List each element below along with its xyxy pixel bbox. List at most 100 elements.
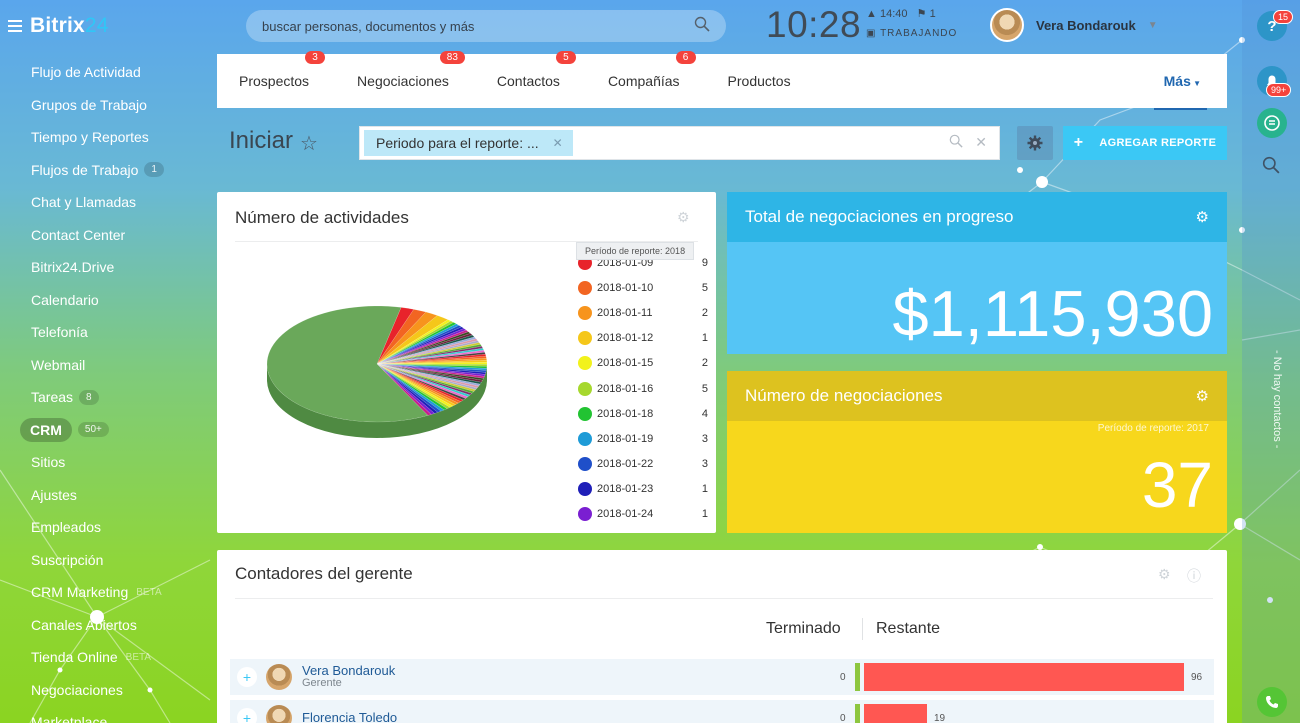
tab-label: Contactos [496, 73, 560, 89]
tab-prospectos[interactable]: Prospectos 3 [239, 51, 326, 89]
add-report-button[interactable]: + AGREGAR REPORTE [1063, 126, 1227, 160]
manager-role: Gerente [302, 677, 342, 690]
manager-counters-title: Contadores del gerente [235, 564, 413, 583]
sidebar-item-label: Empleados [31, 519, 102, 536]
sidebar-item-label: Telefonía [31, 324, 88, 341]
legend-label: 2018-01-23 [597, 483, 654, 496]
manager-name[interactable]: Florencia Toledo [302, 711, 397, 723]
sidebar-item-suscripci-n[interactable]: Suscripción [0, 544, 210, 577]
user-menu[interactable]: Vera Bondarouk ▼ [990, 8, 1158, 42]
sidebar-item-label: Flujo de Actividad [31, 64, 141, 81]
legend-swatch [578, 280, 592, 295]
star-icon[interactable]: ☆ [300, 131, 318, 156]
legend-label: 2018-01-22 [597, 458, 654, 471]
sidebar-item-tiempo-y-reportes[interactable]: Tiempo y Reportes [0, 121, 210, 154]
legend-label: 2018-01-11 [597, 306, 653, 319]
legend-swatch [578, 305, 592, 320]
tab-negociaciones[interactable]: Negociaciones 83 [357, 51, 465, 89]
legend-value: 3 [701, 432, 708, 445]
sidebar-item-calendario[interactable]: Calendario [0, 284, 210, 317]
legend-label: 2018-01-24 [597, 508, 654, 521]
deals-count-header: Número de negociaciones ⚙ [727, 371, 1227, 421]
tab-compa-as[interactable]: Compañías 6 [607, 51, 696, 89]
gear-icon[interactable]: ⚙ [1196, 208, 1209, 226]
done-value: 0 [840, 671, 846, 683]
sidebar-item-ajustes[interactable]: Ajustes [0, 479, 210, 512]
sidebar-item-sitios[interactable]: Sitios [0, 446, 210, 479]
sidebar-item-flujo-de-actividad[interactable]: Flujo de Actividad [0, 56, 210, 89]
sidebar-item-tienda-online[interactable]: Tienda Online BETA [0, 641, 210, 674]
sidebar-item-label: Ajustes [31, 486, 77, 503]
chart-tooltip: Período de reporte: 2018 [576, 242, 695, 260]
beta-tag: BETA [136, 586, 162, 598]
gear-icon[interactable]: ⚙ [1158, 566, 1171, 583]
legend-swatch [578, 381, 592, 396]
flag-count: 1 [929, 8, 936, 20]
sidebar-item-crm[interactable]: CRM 50+ [0, 414, 210, 447]
sidebar-item-label: CRM Marketing [31, 584, 129, 601]
settings-button[interactable] [1017, 126, 1053, 160]
phone-icon [1266, 696, 1278, 708]
count-badge: 8 [79, 389, 99, 405]
global-search[interactable] [246, 10, 726, 42]
tab-label: Productos [727, 73, 791, 89]
rail-search-icon[interactable] [1262, 156, 1280, 179]
sidebar-item-negociaciones[interactable]: Negociaciones [0, 674, 210, 707]
chat-icon [1264, 115, 1280, 131]
clock-time[interactable]: 10:28 [766, 4, 861, 46]
sidebar-item-chat-y-llamadas[interactable]: Chat y Llamadas [0, 186, 210, 219]
gear-icon [1027, 135, 1043, 151]
gear-icon[interactable]: ⚙ [677, 209, 690, 226]
sidebar-item-canales-abiertos[interactable]: Canales Abiertos [0, 609, 210, 642]
deals-count-body: Período de reporte: 2017 37 [727, 421, 1227, 533]
close-icon[interactable]: ✕ [553, 136, 563, 150]
sidebar-item-empleados[interactable]: Empleados [0, 511, 210, 544]
legend-entry: 2018-01-18 4 [578, 401, 708, 426]
sidebar-item-label: Canales Abiertos [31, 616, 137, 633]
done-value: 0 [840, 712, 846, 723]
manager-name[interactable]: Vera Bondarouk [302, 664, 395, 678]
gear-icon[interactable]: ⚙ [1196, 387, 1209, 405]
sidebar-item-contact-center[interactable]: Contact Center [0, 219, 210, 252]
avatar [266, 664, 292, 690]
sidebar-item-bitrix24-drive[interactable]: Bitrix24.Drive [0, 251, 210, 284]
sidebar-item-label: Sitios [31, 454, 66, 471]
work-status[interactable]: ▲ 14:40 ⚑ 1 ▣ TRABAJANDO [866, 9, 957, 39]
legend-swatch [578, 482, 592, 497]
filter-search-icon[interactable] [949, 134, 963, 153]
tab-productos[interactable]: Productos [728, 73, 791, 89]
avatar [990, 8, 1024, 42]
sidebar-item-flujos-de-trabajo[interactable]: Flujos de Trabajo 1 [0, 154, 210, 187]
sidebar-item-tareas[interactable]: Tareas 8 [0, 381, 210, 414]
sidebar: Flujo de Actividad Grupos de Trabajo Tiemp… [0, 56, 210, 723]
tab-label: Negociaciones [357, 73, 449, 89]
tab-contactos[interactable]: Contactos 5 [496, 51, 576, 89]
legend-entry: 2018-01-24 1 [578, 502, 708, 527]
sidebar-item-grupos-de-trabajo[interactable]: Grupos de Trabajo [0, 89, 210, 122]
help-badge: 15 [1273, 10, 1294, 24]
tab-label: Compañías [607, 73, 680, 89]
legend-entry: 2018-01-19 3 [578, 426, 708, 451]
filter-bar[interactable]: Periodo para el reporte: ... ✕ ✕ [359, 126, 1000, 160]
menu-icon[interactable] [8, 20, 22, 32]
chevron-down-icon: ▼ [1190, 79, 1201, 88]
tab-badge: 6 [675, 51, 696, 64]
app-logo[interactable]: Bitrix24 [8, 14, 109, 38]
search-input[interactable] [262, 18, 694, 34]
sidebar-item-marketplace[interactable]: Marketplace [0, 706, 210, 723]
deals-progress-title: Total de negociaciones en progreso [745, 207, 1014, 226]
sidebar-item-webmail[interactable]: Webmail [0, 349, 210, 382]
clear-icon[interactable]: ✕ [975, 134, 987, 153]
filter-chip[interactable]: Periodo para el reporte: ... ✕ [364, 130, 573, 156]
search-icon[interactable] [694, 16, 710, 37]
expand-button[interactable]: + [237, 667, 257, 687]
deals-count-period: Período de reporte: 2017 [1097, 423, 1209, 434]
sidebar-item-telefon-a[interactable]: Telefonía [0, 316, 210, 349]
phone-button[interactable] [1257, 687, 1287, 717]
legend-entry: 2018-01-16 5 [578, 376, 708, 401]
info-icon[interactable]: ⓘ [1187, 566, 1201, 586]
expand-button[interactable]: + [237, 708, 257, 723]
chat-button[interactable] [1257, 108, 1287, 138]
tab-more[interactable]: Más ▼ [1153, 73, 1208, 110]
sidebar-item-crm-marketing[interactable]: CRM Marketing BETA [0, 576, 210, 609]
